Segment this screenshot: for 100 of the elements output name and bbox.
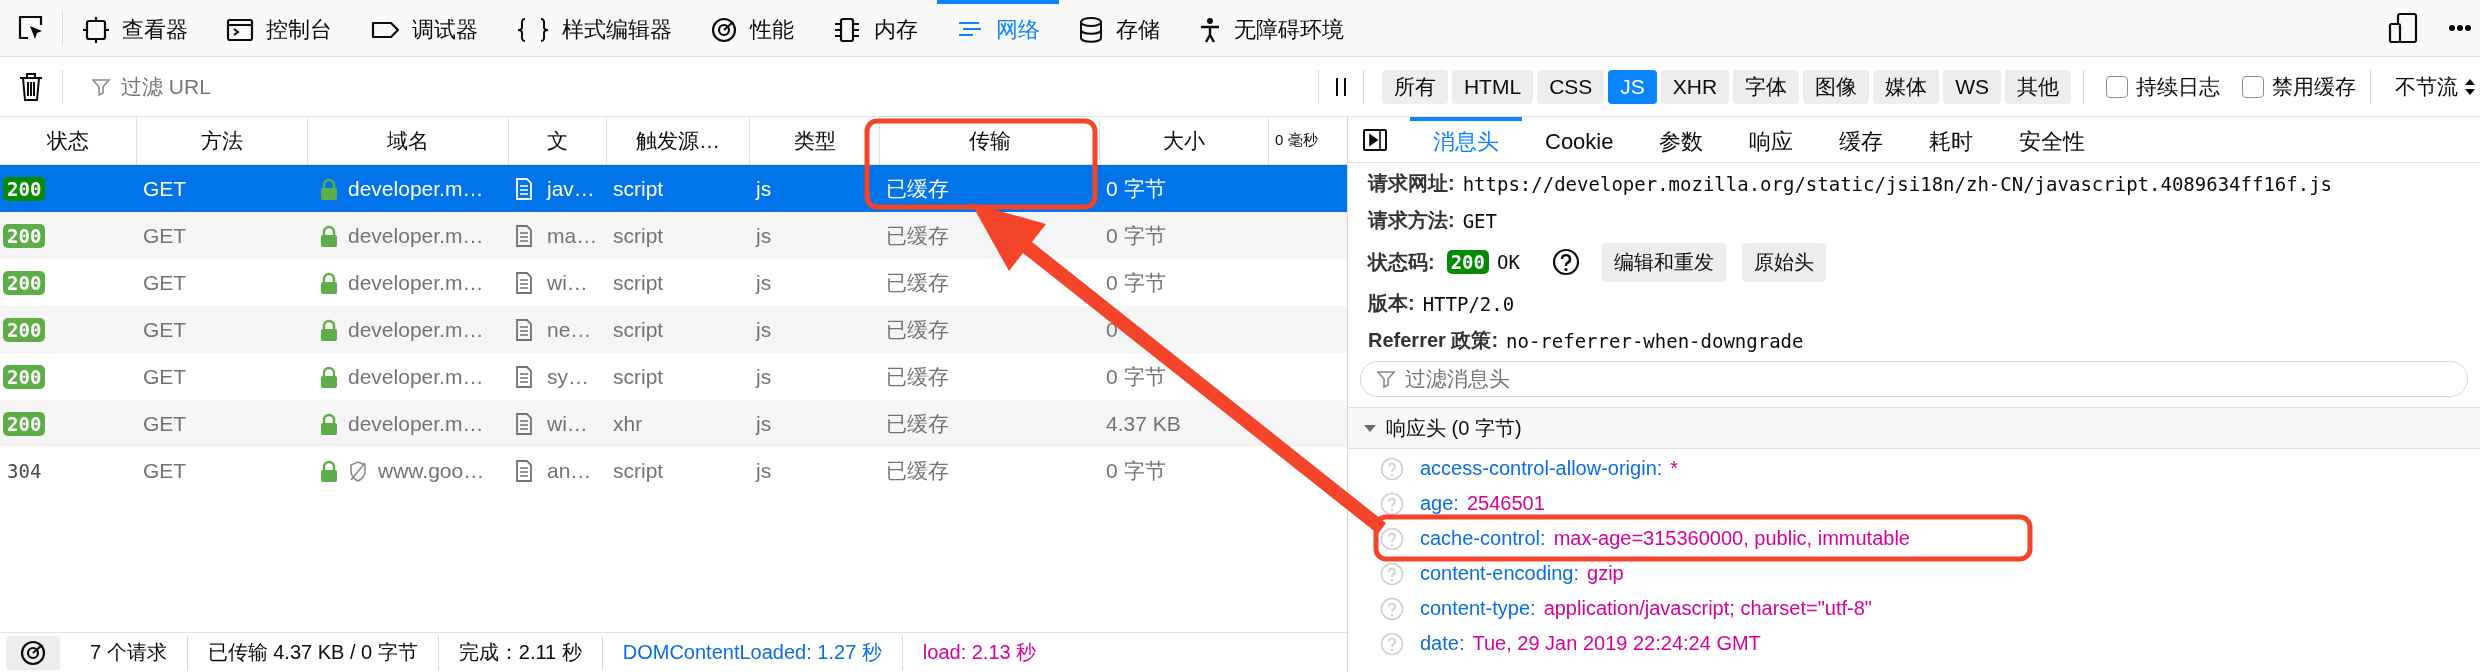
checkbox[interactable]	[2242, 75, 2264, 98]
type-text: js	[756, 223, 772, 248]
status-text: 完成：2.11 秒	[457, 640, 583, 665]
header-action-button[interactable]: 编辑和重发	[1601, 242, 1726, 282]
column-header[interactable]: 大小	[1100, 117, 1269, 164]
devtools-tab[interactable]: 存储	[1059, 0, 1179, 56]
column-header[interactable]: 方法	[137, 117, 308, 164]
method-text: GET	[143, 364, 187, 389]
gauge-icon[interactable]	[19, 638, 47, 667]
devtools-tab[interactable]: 查看器	[63, 0, 207, 56]
field-label: Referrer 政策:	[1368, 328, 1499, 353]
transferred-text: 已缓存	[886, 410, 949, 437]
details-tab[interactable]: 消息头	[1410, 117, 1522, 162]
transferred-text: 已缓存	[886, 222, 949, 249]
type-filter-button[interactable]: JS	[1608, 69, 1657, 104]
responsive-mode-icon[interactable]	[2386, 11, 2420, 45]
header-value: gzip	[1587, 562, 1624, 585]
field-value: HTTP/2.0	[1422, 292, 1515, 315]
file-text: wi…	[547, 270, 588, 295]
gauge-icon	[710, 16, 738, 44]
type-filter-button[interactable]: CSS	[1537, 69, 1605, 104]
transferred-text: 已缓存	[886, 175, 949, 202]
transferred-text: 已缓存	[886, 457, 949, 484]
file-text: ma…	[547, 223, 598, 248]
column-header[interactable]: 状态	[0, 117, 137, 164]
request-row[interactable]: 200 GET developer.m… sy… script js 已缓存 0 字节	[0, 353, 1347, 400]
details-tab[interactable]: 缓存	[1816, 117, 1907, 162]
more-icon[interactable]	[2448, 23, 2472, 33]
details-tab[interactable]: Cookie	[1522, 117, 1637, 162]
request-row[interactable]: 200 GET developer.m… wi… script js 已缓存 0 字节	[0, 259, 1347, 306]
devtools-tab[interactable]: 网络	[937, 0, 1059, 56]
header-action-button[interactable]: 原始头	[1741, 242, 1826, 282]
method-text: GET	[143, 223, 187, 248]
checkbox-label: 持续日志	[2136, 73, 2220, 100]
field-value: https://developer.mozilla.org/static/jsi18n/zh-CN/javascript.4089634ff16f.js	[1462, 172, 2333, 195]
devtools-tab[interactable]: 调试器	[351, 0, 497, 56]
status-badge: 200	[3, 317, 46, 342]
request-row[interactable]: 200 GET developer.m… ne… script js 已缓存 0	[0, 306, 1347, 353]
column-header[interactable]: 传输	[880, 117, 1100, 164]
type-filter-button[interactable]: 字体	[1733, 69, 1800, 104]
type-filter-button[interactable]: 媒体	[1873, 69, 1940, 104]
type-filter-button[interactable]: 其他	[2005, 69, 2071, 104]
domain-text: developer.m…	[348, 270, 484, 295]
domain-text: developer.m…	[348, 364, 484, 389]
type-filter-button[interactable]: HTML	[1451, 69, 1534, 104]
file-text: wi…	[547, 411, 588, 436]
header-value: application/javascript; charset="utf-8"	[1543, 597, 1872, 620]
field-value: no-referrer-when-downgrade	[1506, 329, 1804, 352]
method-text: GET	[143, 176, 187, 201]
size-text: 0 字节	[1106, 175, 1166, 202]
devtools-tab[interactable]: 内存	[813, 0, 937, 56]
status-text: load: 2.13 秒	[921, 640, 1038, 665]
details-tab[interactable]: 耗时	[1906, 117, 1997, 162]
cause-text: script	[613, 176, 664, 201]
section-header[interactable]: 响应头 (0 字节)	[1348, 407, 2480, 449]
document-icon	[515, 270, 533, 295]
details-tab[interactable]: 响应	[1726, 117, 1817, 162]
cause-text: script	[613, 364, 664, 389]
details-tab[interactable]: 安全性	[1996, 117, 2109, 162]
size-text: 0 字节	[1106, 363, 1166, 390]
sidebar-toggle-icon[interactable]	[1362, 126, 1388, 153]
file-text: an…	[547, 458, 592, 483]
devtools-tab[interactable]: 无障碍环境	[1179, 0, 1363, 56]
status-badge: 200	[3, 223, 46, 248]
type-text: js	[756, 176, 772, 201]
database-icon	[1078, 16, 1104, 44]
status-text: 7 个请求	[89, 640, 168, 665]
request-row[interactable]: 200 GET developer.m… ma… script js 已缓存 0 字节	[0, 212, 1347, 259]
size-text: 0 字节	[1106, 269, 1166, 296]
status-badge: 200	[3, 176, 46, 201]
request-row[interactable]: 200 GET developer.m… wi… xhr js 已缓存 4.37 KB	[0, 400, 1347, 447]
type-filter-button[interactable]: 所有	[1381, 69, 1448, 104]
headers-filter-field[interactable]: 过滤消息头	[1360, 361, 2468, 397]
status-text: DOMContentLoaded: 1.27 秒	[621, 640, 883, 665]
domain-text: developer.m…	[348, 411, 484, 436]
url-filter-field[interactable]: 过滤 URL	[119, 73, 1318, 100]
type-filter-button[interactable]: 图像	[1803, 69, 1870, 104]
column-header[interactable]: 域名	[308, 117, 509, 164]
throttling-dropdown[interactable]: 不节流	[2391, 72, 2480, 101]
trash-icon[interactable]	[18, 71, 44, 102]
checkbox[interactable]	[2106, 75, 2128, 98]
devtools-tab[interactable]: 样式编辑器	[497, 0, 691, 56]
column-header[interactable]: 文	[509, 117, 607, 164]
column-header[interactable]: 类型	[750, 117, 880, 164]
type-filter-button[interactable]: XHR	[1660, 69, 1730, 104]
terminal-icon	[226, 16, 254, 44]
devtools-tab[interactable]: 控制台	[207, 0, 351, 56]
cause-text: script	[613, 223, 664, 248]
request-row[interactable]: 200 GET developer.m… jav… script js 已缓存 0 字节	[0, 165, 1347, 212]
type-filter-button[interactable]: WS	[1943, 69, 2001, 104]
help-icon[interactable]	[1551, 248, 1580, 276]
domain-text: developer.m…	[348, 223, 484, 248]
method-text: GET	[143, 317, 187, 342]
details-tab[interactable]: 参数	[1636, 117, 1727, 162]
request-row[interactable]: 304 GET www.goo… an… script js 已缓存 0 字节	[0, 447, 1347, 494]
devtools-tab[interactable]: 性能	[691, 0, 813, 56]
cause-text: script	[613, 458, 664, 483]
size-text: 4.37 KB	[1106, 411, 1181, 436]
column-header[interactable]: 0 毫秒	[1269, 117, 1348, 164]
column-header[interactable]: 触发源…	[607, 117, 750, 164]
